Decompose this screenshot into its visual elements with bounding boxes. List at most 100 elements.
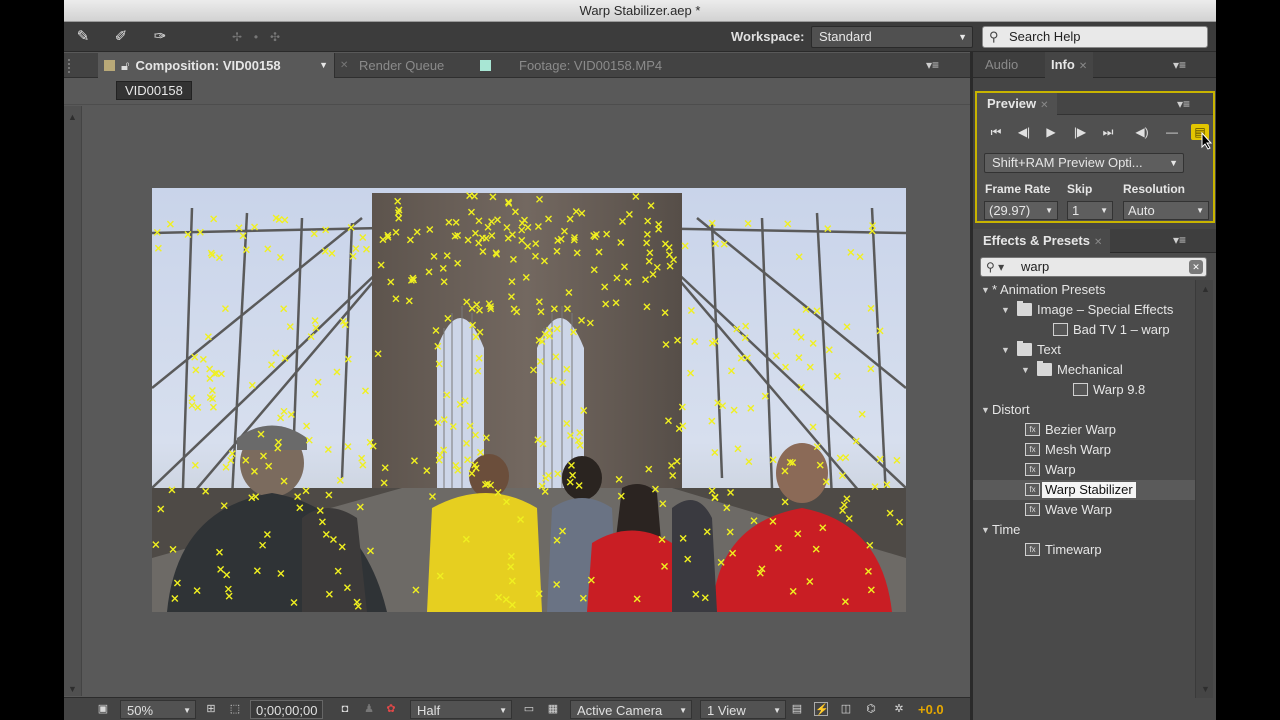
previous-frame-icon[interactable]: ◀︎| (1013, 121, 1035, 143)
puppet-pin-tool-icon[interactable]: ✐ (110, 27, 132, 47)
lock-icon[interactable]: 🔓︎ (121, 58, 129, 73)
effects-tab[interactable]: Effects & Presets ✕ (973, 229, 1111, 253)
effects-scrollbar[interactable]: ▲ ▼ (1195, 280, 1213, 698)
close-icon[interactable]: ✕ (1079, 61, 1087, 72)
composition-tab-bar: 🔓︎ Composition: VID00158 ▼ ✕ Render Queue… (64, 53, 970, 78)
eraser-tool-icon[interactable]: ✎ (72, 27, 94, 47)
loop-icon[interactable]: — (1161, 121, 1183, 143)
pin-tool-icon[interactable]: ✑ (149, 27, 171, 47)
resolution-select[interactable]: Auto ▼ (1123, 201, 1209, 220)
timeline-icon[interactable]: ◫ (839, 702, 853, 716)
effects-tree-row[interactable]: fx Bezier Warp (973, 420, 1195, 440)
toggle-mask-icon[interactable]: ⬚ (228, 702, 242, 716)
panel-menu-icon[interactable]: ▾≡ (1173, 233, 1186, 247)
composition-name-badge[interactable]: VID00158 (116, 81, 192, 100)
effect-icon: fx (1025, 503, 1040, 516)
effects-tree-row[interactable]: fx Timewarp (973, 540, 1195, 560)
effects-tree-row[interactable]: fx Mesh Warp (973, 440, 1195, 460)
always-preview-icon[interactable]: ▣ (96, 702, 110, 716)
ram-preview-options-select[interactable]: Shift+RAM Preview Opti... ▼ (984, 153, 1184, 173)
disclosure-open-icon[interactable]: ▼ (981, 280, 990, 300)
scroll-up-icon[interactable]: ▲ (1201, 284, 1210, 294)
effects-tree-row[interactable]: ▼ Time (973, 520, 1195, 540)
panel-grip[interactable] (68, 59, 78, 73)
clear-search-icon[interactable]: ✕ (1189, 260, 1203, 274)
tab-composition[interactable]: 🔓︎ Composition: VID00158 ▼ (98, 53, 335, 78)
disclosure-open-icon[interactable]: ▼ (981, 400, 990, 420)
effects-tree-label: Wave Warp (1045, 502, 1112, 517)
panel-menu-icon[interactable]: ▾≡ (926, 58, 939, 72)
skip-select[interactable]: 1 ▼ (1067, 201, 1113, 220)
effects-tree-row[interactable]: ▼ Mechanical (973, 360, 1195, 380)
transparency-grid-icon[interactable]: ▦ (546, 702, 560, 716)
workspace-select[interactable]: Standard ▼ (811, 26, 973, 48)
composition-viewer[interactable] (152, 188, 906, 612)
scroll-down-icon[interactable]: ▼ (1201, 684, 1210, 694)
current-time[interactable]: 0;00;00;00 (250, 700, 324, 719)
channels-icon[interactable]: ✿ (384, 702, 398, 716)
fast-previews-icon[interactable]: ⚡ (814, 702, 829, 716)
panel-menu-icon[interactable]: ▾≡ (1173, 58, 1186, 72)
snapshot-icon[interactable]: ◘ (338, 702, 352, 716)
scroll-down-icon[interactable]: ▼ (68, 684, 77, 694)
bridge-tower (372, 193, 682, 493)
last-frame-icon[interactable]: ⏭ (1097, 121, 1119, 143)
camera-value: Active Camera (577, 703, 663, 718)
close-icon[interactable]: ✕ (1094, 237, 1102, 248)
chevron-down-icon: ▼ (958, 32, 967, 42)
preview-tab[interactable]: Preview ✕ (977, 93, 1057, 115)
flowchart-icon[interactable]: ⌬ (864, 702, 878, 716)
disclosure-open-icon[interactable]: ▼ (1021, 360, 1030, 380)
grid-guides-icon[interactable]: ⊞ (204, 702, 218, 716)
toggle-pixel-aspect-icon[interactable]: ▤ (790, 702, 804, 716)
tab-info[interactable]: Info ✕ (1045, 52, 1094, 78)
effects-tree-row[interactable]: ▼ Image – Special Effects (973, 300, 1195, 320)
effects-search-value: warp (1021, 259, 1050, 274)
search-help-input[interactable]: ⚲ Search Help (982, 26, 1208, 48)
first-frame-icon[interactable]: ⏮ (985, 121, 1007, 143)
preset-icon (1053, 323, 1068, 336)
magnification-select[interactable]: 50% ▼ (120, 700, 196, 719)
composition-panel: 🔓︎ Composition: VID00158 ▼ ✕ Render Queue… (64, 53, 970, 720)
audio-icon[interactable]: ◀︎) (1131, 121, 1153, 143)
tab-render-queue[interactable]: Render Queue (359, 53, 444, 78)
view-layout-select[interactable]: 1 View ▼ (700, 700, 786, 719)
disclosure-open-icon[interactable]: ▼ (981, 520, 990, 540)
disclosure-open-icon[interactable]: ▼ (1001, 300, 1010, 320)
effects-tree-row[interactable]: ▼ Text (973, 340, 1195, 360)
disclosure-open-icon[interactable]: ▼ (1001, 340, 1010, 360)
show-snapshot-icon[interactable]: ♟ (362, 702, 376, 716)
frame-rate-value: (29.97) (989, 203, 1031, 218)
effects-tree-row[interactable]: fx Wave Warp (973, 500, 1195, 520)
close-icon[interactable]: ✕ (340, 53, 348, 78)
play-icon[interactable]: ▶ (1040, 121, 1062, 143)
tab-info-label: Info (1051, 57, 1075, 72)
camera-select[interactable]: Active Camera ▼ (570, 700, 692, 719)
frame-rate-select[interactable]: (29.97) ▼ (984, 201, 1058, 220)
effects-tree-row[interactable]: ▼ Distort (973, 400, 1195, 420)
effects-tree-row[interactable]: fx Warp Stabilizer (973, 480, 1195, 500)
tab-footage[interactable]: Footage: VID00158.MP4 (480, 53, 662, 78)
tab-audio[interactable]: Audio (985, 52, 1018, 78)
effects-tree-row[interactable]: Bad TV 1 – warp (973, 320, 1195, 340)
chevron-down-icon[interactable]: ▼ (319, 53, 328, 78)
resolution-label: Resolution (1123, 182, 1185, 196)
panel-divider (64, 104, 970, 105)
preview-title: Preview (987, 96, 1037, 111)
scroll-up-icon[interactable]: ▲ (68, 112, 77, 122)
effects-tree-row[interactable]: ▼ * Animation Presets (973, 280, 1195, 300)
next-frame-icon[interactable]: |▶︎ (1069, 121, 1091, 143)
reset-exposure-icon[interactable]: ✲ (892, 702, 906, 716)
resolution-select[interactable]: Half ▼ (410, 700, 512, 719)
chevron-down-icon: ▼ (773, 706, 781, 715)
effects-search-input[interactable]: ⚲ ▾ warp ✕ (980, 257, 1207, 277)
panel-menu-icon[interactable]: ▾≡ (1177, 97, 1190, 111)
puppet-mesh-tool-icon[interactable]: ✣ (264, 27, 286, 47)
close-icon[interactable]: ✕ (1040, 100, 1048, 111)
exposure-value[interactable]: +0.0 (918, 702, 944, 717)
chevron-down-icon: ▼ (679, 706, 687, 715)
region-of-interest-icon[interactable]: ▭ (522, 702, 536, 716)
composition-scrollbar[interactable]: ▲ ▼ (64, 106, 82, 696)
effects-tree-row[interactable]: fx Warp (973, 460, 1195, 480)
effects-tree-row[interactable]: Warp 9.8 (973, 380, 1195, 400)
